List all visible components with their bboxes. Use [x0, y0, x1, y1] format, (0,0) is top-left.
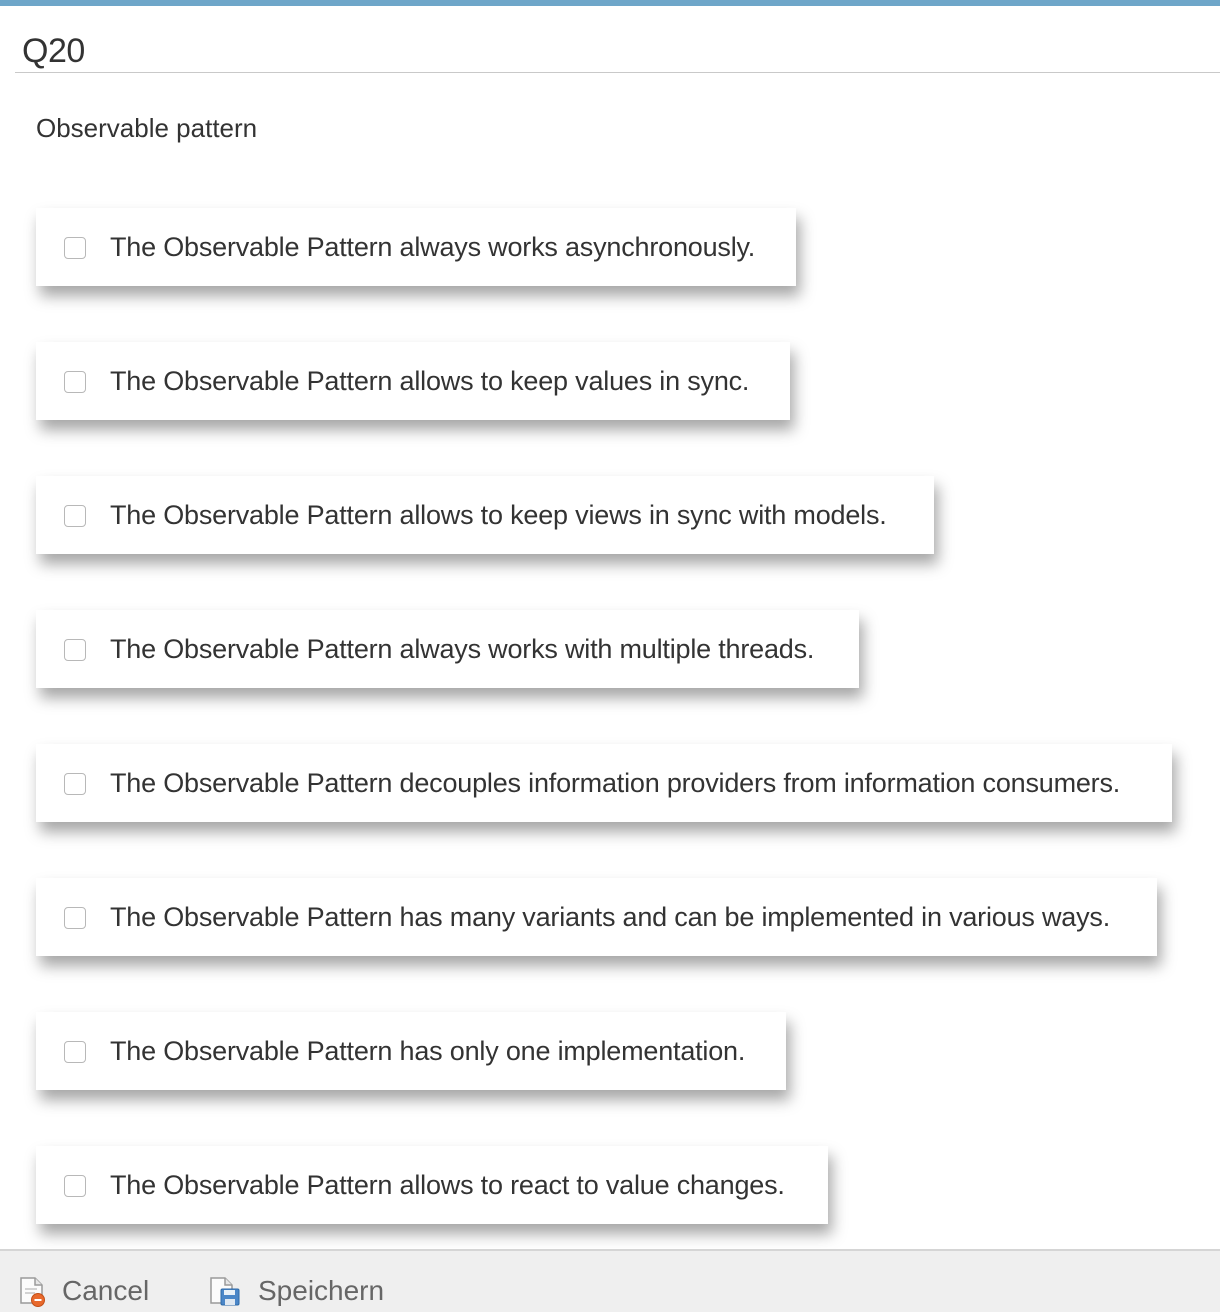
save-document-icon — [210, 1277, 240, 1306]
answer-label: The Observable Pattern always works asyn… — [110, 231, 756, 262]
answer-option[interactable]: The Observable Pattern always works with… — [36, 610, 859, 688]
answer-label: The Observable Pattern allows to keep vi… — [110, 499, 887, 530]
answer-checkbox[interactable] — [64, 1175, 86, 1197]
answer-checkbox[interactable] — [64, 505, 86, 527]
answer-label: The Observable Pattern decouples informa… — [110, 767, 1121, 798]
answer-checkbox[interactable] — [64, 1041, 86, 1063]
title-divider — [15, 72, 1220, 73]
answer-option[interactable]: The Observable Pattern allows to keep va… — [36, 342, 790, 420]
answer-label: The Observable Pattern allows to react t… — [110, 1169, 785, 1200]
footer-toolbar: Cancel Speichern — [0, 1249, 1220, 1312]
answer-option[interactable]: The Observable Pattern allows to react t… — [36, 1146, 828, 1224]
answer-label: The Observable Pattern has many variants… — [110, 901, 1111, 932]
answer-checkbox[interactable] — [64, 639, 86, 661]
answer-checkbox[interactable] — [64, 907, 86, 929]
cancel-label: Cancel — [62, 1275, 150, 1306]
answer-option[interactable]: The Observable Pattern has only one impl… — [36, 1012, 786, 1090]
page-title: Q20 — [22, 32, 85, 70]
answer-label: The Observable Pattern has only one impl… — [110, 1035, 746, 1066]
cancel-button[interactable]: Cancel — [18, 1275, 149, 1307]
answer-option[interactable]: The Observable Pattern has many variants… — [36, 878, 1157, 956]
answer-checkbox[interactable] — [64, 371, 86, 393]
save-button[interactable]: Speichern — [208, 1275, 384, 1307]
cancel-document-icon — [20, 1277, 45, 1307]
answer-label: The Observable Pattern allows to keep va… — [110, 365, 750, 396]
answer-checkbox[interactable] — [64, 773, 86, 795]
top-accent-bar — [0, 0, 1220, 6]
answer-option[interactable]: The Observable Pattern always works asyn… — [36, 208, 796, 286]
save-label: Speichern — [258, 1275, 385, 1306]
answer-option[interactable]: The Observable Pattern allows to keep vi… — [36, 476, 934, 554]
question-text: Observable pattern — [36, 113, 258, 143]
answer-label: The Observable Pattern always works with… — [110, 633, 815, 664]
answer-checkbox[interactable] — [64, 237, 86, 259]
answer-option[interactable]: The Observable Pattern decouples informa… — [36, 744, 1172, 822]
